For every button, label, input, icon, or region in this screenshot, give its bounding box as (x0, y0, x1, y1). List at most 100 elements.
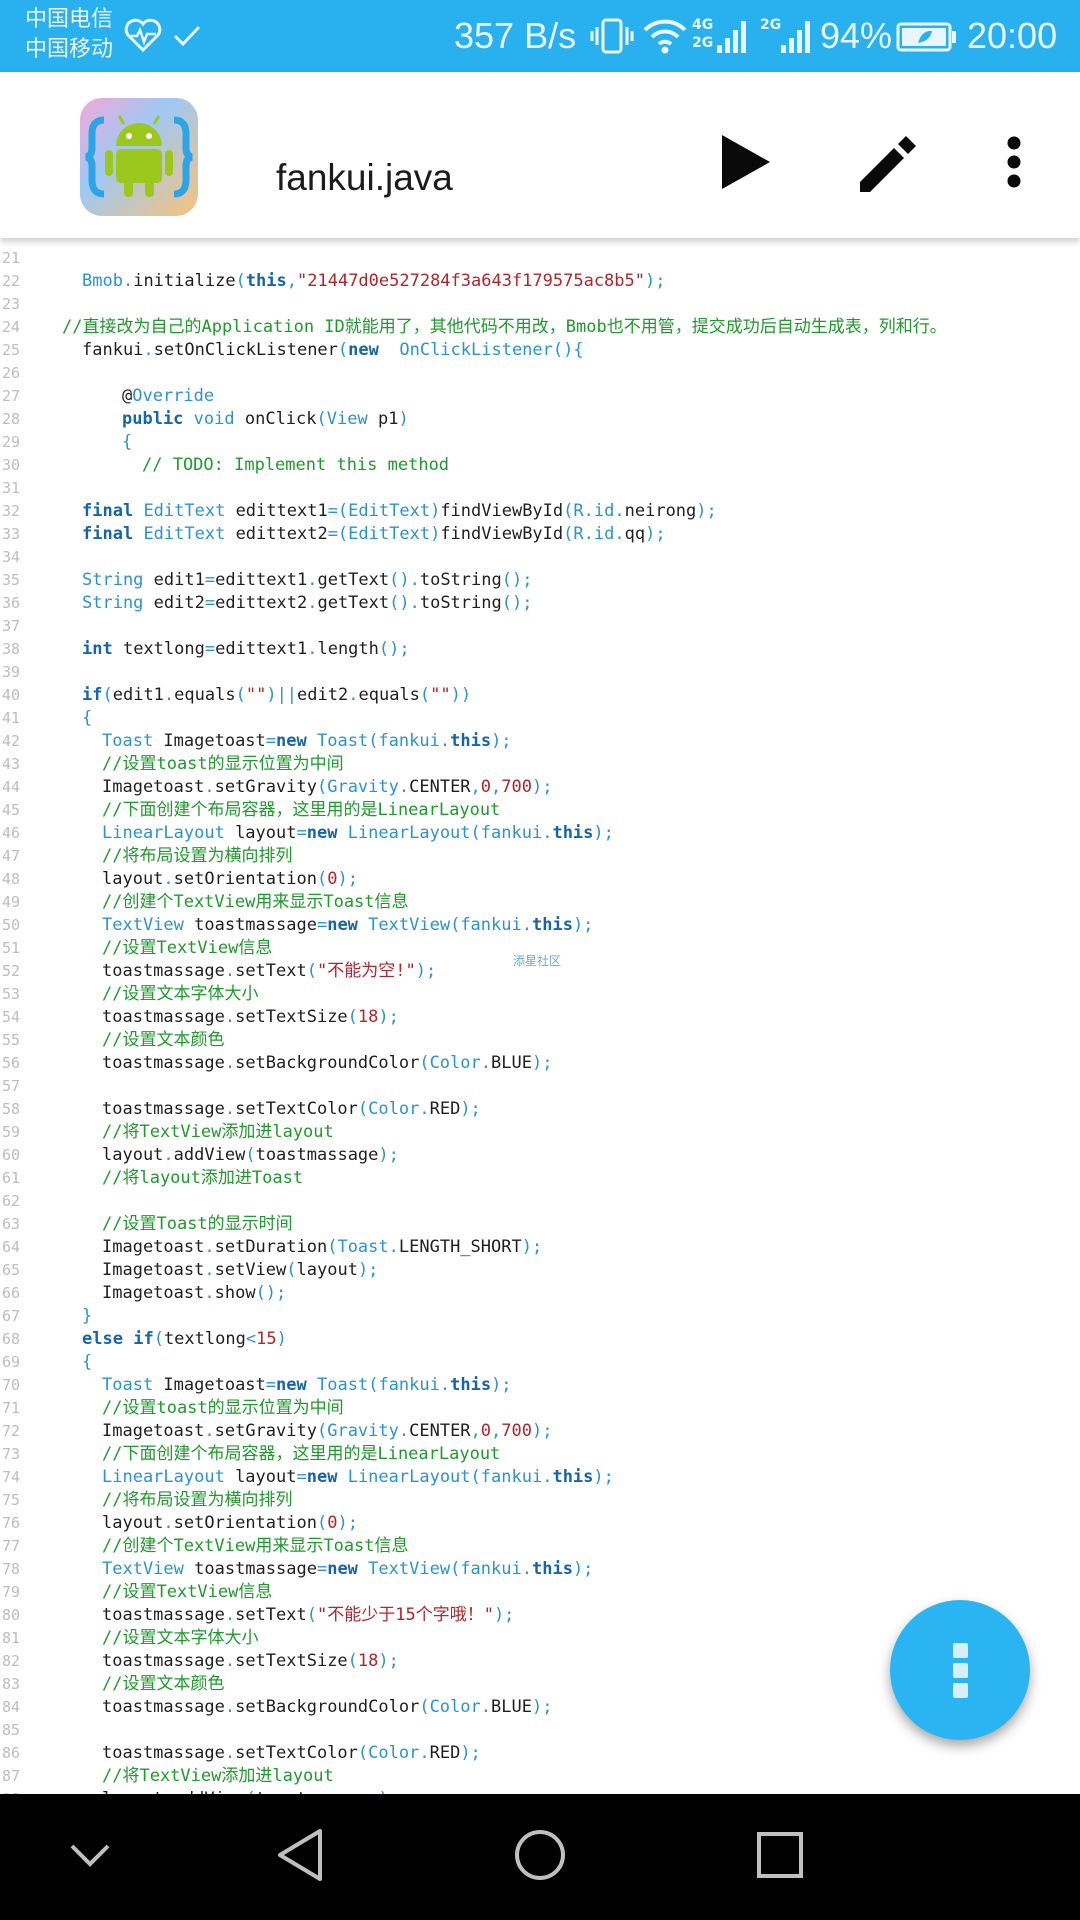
code-token: ); (645, 524, 666, 544)
line-number: 73 (1, 1445, 20, 1463)
code-token: toastmassage (102, 961, 225, 981)
code-text: Imagetoast.setGravity(Gravity.CENTER,0,7… (102, 1420, 553, 1443)
code-token: , (491, 1421, 502, 1441)
code-token: . (398, 777, 410, 797)
line-number: 47 (1, 847, 20, 865)
line-number: 84 (1, 1698, 20, 1716)
code-token: id (593, 524, 615, 544)
code-token: . (398, 1421, 410, 1441)
code-token: View (326, 409, 368, 429)
line-number: 83 (1, 1675, 20, 1693)
line-number: 76 (1, 1514, 20, 1532)
code-token: this (531, 915, 573, 935)
code-text: Imagetoast.setGravity(Gravity.CENTER,0,7… (102, 776, 553, 799)
code-token: Imagetoast (102, 1237, 205, 1257)
code-token: . (307, 639, 318, 659)
code-token: length (317, 639, 379, 659)
code-token: this (552, 1467, 594, 1487)
code-token: textlong (112, 639, 205, 659)
code-token: ( (470, 823, 481, 843)
code-token: new (348, 340, 379, 360)
code-token: //设置toast的显示位置为中间 (102, 1398, 344, 1418)
code-token: ); (491, 731, 512, 751)
recents-button[interactable] (740, 1822, 820, 1892)
code-text: //将布局设置为横向排列 (102, 845, 292, 868)
code-token: { (82, 1352, 93, 1372)
code-token: layout (224, 1467, 297, 1487)
code-token: ) (430, 501, 441, 521)
code-text: toastmassage.setText("不能为空!"); (102, 960, 436, 983)
code-token: setText (235, 1605, 307, 1625)
floating-action-button[interactable] (890, 1600, 1030, 1740)
code-text: //设置toast的显示位置为中间 (102, 1397, 344, 1420)
code-token: Gravity (327, 777, 399, 797)
code-token: . (348, 685, 359, 705)
code-token: new (327, 915, 358, 935)
hide-keyboard-button[interactable] (50, 1822, 130, 1892)
status-bar: 中国电信 中国移动 357 B/s 4G 2G 2G 94% 20:00 (0, 0, 1080, 72)
code-token: ) (276, 1329, 287, 1349)
code-editor[interactable]: 21 22 Bmob.initialize(this,"21447d0e527284… (0, 238, 1080, 1794)
code-token: toastmassage (255, 1145, 379, 1165)
signal-icon (716, 18, 750, 58)
code-token: ( (235, 271, 246, 291)
code-token: , (491, 777, 502, 797)
code-token: setOrientation (173, 1513, 317, 1533)
code-text: fankui.setOnClickListener(new OnClickLis… (82, 339, 584, 362)
code-token: ( (419, 1053, 430, 1073)
code-token: . (388, 1237, 399, 1257)
line-number: 81 (1, 1629, 20, 1647)
code-token: (); (501, 570, 533, 590)
line-number: 42 (1, 732, 20, 750)
code-token: ( (450, 1559, 461, 1579)
line-number: 32 (1, 502, 20, 520)
code-token: . (542, 1467, 553, 1487)
code-token: ( (316, 1421, 328, 1441)
code-text: //下面创建个布局容器，这里用的是LinearLayout (102, 799, 500, 822)
code-text: LinearLayout layout=new LinearLayout(fan… (102, 1466, 614, 1489)
code-token: Color (429, 1053, 481, 1073)
code-token: qq (624, 524, 646, 544)
back-button[interactable] (260, 1822, 340, 1892)
code-token: Color (429, 1697, 481, 1717)
edit-button[interactable] (846, 124, 926, 204)
code-token: edit2 (143, 593, 205, 613)
code-token: = (316, 915, 328, 935)
line-number: 64 (1, 1238, 20, 1256)
code-token: @ (122, 386, 133, 406)
code-token: ( (419, 685, 431, 705)
code-token: ); (532, 1421, 553, 1441)
code-token: toastmassage (102, 1053, 225, 1073)
carrier-2: 中国移动 (25, 37, 114, 62)
net-label-2g: 2G (692, 35, 714, 51)
line-number: 86 (1, 1744, 20, 1762)
code-token: = (265, 1375, 277, 1395)
code-token: Imagetoast (102, 777, 205, 797)
code-token: toastmassage (102, 1605, 225, 1625)
code-token: . (224, 1099, 236, 1119)
code-text: Imagetoast.setView(layout); (102, 1259, 378, 1282)
run-button[interactable] (706, 124, 786, 204)
code-token: . (204, 1260, 215, 1280)
code-token: Imagetoast (153, 731, 266, 751)
code-token: ); (531, 1697, 553, 1717)
code-token: ( (245, 1145, 256, 1165)
code-token: toString (419, 593, 502, 613)
code-token: (). (389, 570, 420, 590)
line-number: 29 (1, 433, 20, 451)
home-button[interactable] (500, 1822, 580, 1892)
vibrate-icon (590, 18, 634, 58)
code-token: this (531, 1559, 573, 1579)
line-number: 49 (1, 893, 20, 911)
line-number: 39 (1, 663, 20, 681)
wifi-icon (642, 18, 688, 58)
code-text: String edit1=edittext1.getText().toStrin… (82, 569, 532, 592)
code-token: "不能为空!" (316, 961, 416, 981)
code-token: "" (430, 685, 451, 705)
code-token: ( (306, 1605, 317, 1625)
code-token: . (163, 685, 175, 705)
code-token: String (82, 593, 144, 613)
home-circle-icon (513, 1828, 567, 1886)
more-options-button[interactable] (974, 124, 1054, 204)
code-text: // TODO: Implement this method (142, 454, 449, 477)
